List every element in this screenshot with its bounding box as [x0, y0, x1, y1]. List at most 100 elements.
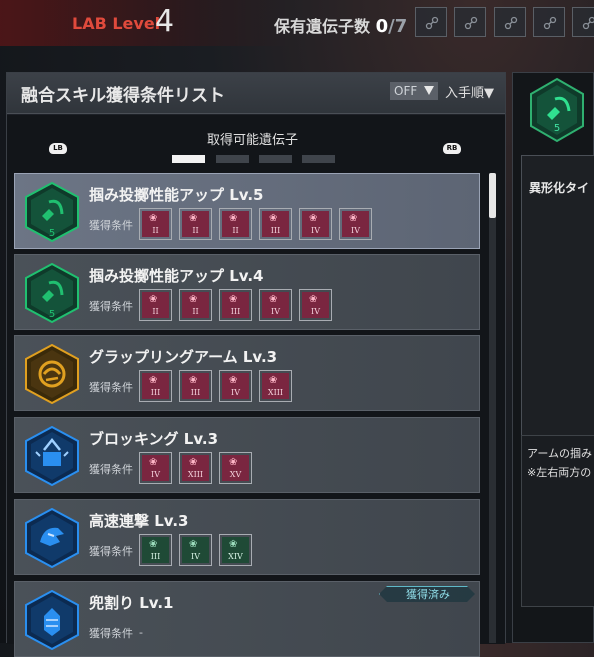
detail-level: 5: [554, 123, 560, 134]
gene-flower-icon: ❀: [269, 213, 277, 225]
gene-rank: III: [182, 388, 209, 397]
filter-toggle[interactable]: OFF: [390, 82, 438, 100]
gene-tab-2[interactable]: [216, 155, 249, 163]
grab-throw-icon: 5: [24, 263, 80, 323]
sort-button[interactable]: 入手順▼: [445, 82, 494, 101]
gene-rank: IV: [222, 388, 249, 397]
panel-title: 融合スキル獲得条件リスト: [21, 81, 225, 106]
gene-chip: ❀II: [139, 289, 172, 321]
skill-row[interactable]: グラップリングアーム Lv.3獲得条件❀III❀III❀IV❀XIII: [14, 335, 480, 411]
condition-label: 獲得条件: [89, 217, 133, 233]
detail-description-line1: アームの掴み: [527, 445, 592, 461]
gene-flower-icon: ❀: [189, 213, 197, 225]
gene-flower-icon: ❀: [189, 457, 197, 469]
gene-chip: ❀III: [179, 370, 212, 402]
skill-name: 掴み投擲性能アップ Lv.4: [89, 265, 263, 286]
gene-flower-icon: ❀: [149, 375, 157, 387]
gene-chip: ❀II: [179, 289, 212, 321]
skill-row[interactable]: 兜割り Lv.1 獲得条件- 獲得済み: [14, 581, 480, 657]
skill-name: ブロッキング Lv.3: [89, 428, 218, 449]
gene-chip: ❀XIV: [219, 534, 252, 566]
gene-slot-icon: [424, 15, 440, 31]
skill-row[interactable]: 高速連撃 Lv.3獲得条件❀III❀IV❀XIV: [14, 499, 480, 575]
gene-rank: III: [142, 388, 169, 397]
skill-row[interactable]: ブロッキング Lv.3獲得条件❀IV❀XIII❀XV: [14, 417, 480, 493]
skill-list-panel: 融合スキル獲得条件リスト OFF 入手順▼ LB RB 取得可能遺伝子 5 掴み投…: [6, 72, 506, 643]
gene-count-value: 0: [376, 16, 389, 37]
gene-chip: ❀II: [179, 208, 212, 240]
gene-flower-icon: ❀: [309, 294, 317, 306]
gene-rank: II: [142, 307, 169, 316]
skill-name: グラップリングアーム Lv.3: [89, 346, 277, 367]
gene-count-total: /7: [388, 16, 407, 37]
gene-slot-icon: [503, 15, 519, 31]
gene-slot-5[interactable]: [572, 7, 594, 37]
gene-tab-1[interactable]: [172, 155, 205, 163]
condition-value: -: [139, 626, 143, 639]
lb-button-icon[interactable]: LB: [49, 143, 67, 154]
gene-chip: ❀IV: [179, 534, 212, 566]
gene-slot-icon: [463, 15, 479, 31]
gene-chip: ❀III: [219, 289, 252, 321]
scrollbar-thumb[interactable]: [489, 173, 496, 218]
gene-rank: XIV: [222, 552, 249, 561]
gene-slot-2[interactable]: [454, 7, 486, 37]
condition-label: 獲得条件: [89, 298, 133, 314]
gene-slot-3[interactable]: [494, 7, 526, 37]
gene-chip: ❀IV: [259, 289, 292, 321]
gene-chip: ❀IV: [299, 208, 332, 240]
gene-chip: ❀III: [259, 208, 292, 240]
gene-chip: ❀IV: [219, 370, 252, 402]
scrollbar-track[interactable]: [489, 173, 496, 643]
gene-chip: ❀XIII: [179, 452, 212, 484]
filter-label: OFF: [394, 84, 417, 98]
skill-row[interactable]: 5掴み投擲性能アップ Lv.5獲得条件❀II❀II❀II❀III❀IV❀IV: [14, 173, 480, 249]
gene-flower-icon: ❀: [229, 375, 237, 387]
condition-label: 獲得条件: [89, 625, 133, 641]
skill-list: LB RB 取得可能遺伝子 5掴み投擲性能アップ Lv.5獲得条件❀II❀II❀…: [7, 115, 505, 644]
top-bar: LAB Level 4 保有遺伝子数 0/7: [0, 0, 594, 46]
rb-button-icon[interactable]: RB: [443, 143, 461, 154]
gene-flower-icon: ❀: [349, 213, 357, 225]
gene-rank: III: [222, 307, 249, 316]
rapid-strike-icon: [24, 508, 80, 568]
gene-rank: II: [182, 226, 209, 235]
gene-chip: ❀IV: [339, 208, 372, 240]
gene-rank: IV: [142, 470, 169, 479]
gene-chip: ❀XIII: [259, 370, 292, 402]
gene-tab-4[interactable]: [302, 155, 335, 163]
gene-flower-icon: ❀: [189, 375, 197, 387]
skill-detail-panel: 5 異形化タイ アームの掴み ※左右両方の: [512, 72, 594, 643]
gene-chip: ❀III: [139, 370, 172, 402]
gene-flower-icon: ❀: [269, 294, 277, 306]
gene-chip: ❀II: [219, 208, 252, 240]
condition-label: 獲得条件: [89, 379, 133, 395]
gene-rank: XIII: [182, 470, 209, 479]
acquired-badge: 獲得済み: [379, 586, 477, 604]
gene-tab-3[interactable]: [259, 155, 292, 163]
gene-flower-icon: ❀: [149, 457, 157, 469]
gene-rank: III: [142, 552, 169, 561]
svg-text:5: 5: [49, 309, 55, 320]
lab-level-banner: LAB Level 4: [0, 0, 290, 46]
gene-slot-4[interactable]: [533, 7, 565, 37]
gene-rank: IV: [182, 552, 209, 561]
skill-name: 兜割り Lv.1: [89, 592, 173, 613]
gene-flower-icon: ❀: [189, 294, 197, 306]
gene-flower-icon: ❀: [229, 213, 237, 225]
condition-label: 獲得条件: [89, 461, 133, 477]
gene-slot-1[interactable]: [415, 7, 447, 37]
gene-rank: III: [262, 226, 289, 235]
gene-rank: IV: [302, 226, 329, 235]
gene-flower-icon: ❀: [309, 213, 317, 225]
gene-chip: ❀II: [139, 208, 172, 240]
lab-level-value: 4: [155, 4, 174, 39]
gene-flower-icon: ❀: [269, 375, 277, 387]
grappling-arm-icon: [24, 344, 80, 404]
skill-row[interactable]: 5掴み投擲性能アップ Lv.4獲得条件❀II❀II❀III❀IV❀IV: [14, 254, 480, 330]
gene-tab-label: 取得可能遺伝子: [207, 129, 298, 148]
gene-flower-icon: ❀: [229, 457, 237, 469]
gene-chip: ❀XV: [219, 452, 252, 484]
gene-plant-icon: ❀: [189, 539, 197, 551]
detail-description-line2: ※左右両方の: [527, 464, 591, 480]
